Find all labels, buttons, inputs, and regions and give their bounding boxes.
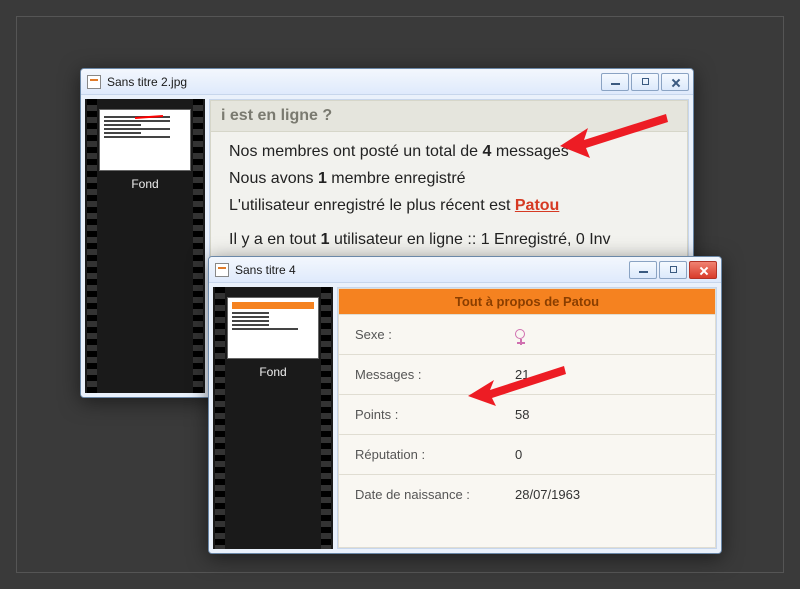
value-sexe — [515, 327, 525, 342]
thumbnail[interactable] — [99, 109, 191, 171]
stats-line-total-messages: Nos membres ont posté un total de 4 mess… — [229, 140, 669, 163]
close-button[interactable] — [661, 73, 689, 91]
window-title: Sans titre 2.jpg — [107, 75, 595, 89]
profile-row-reputation: Réputation : 0 — [339, 434, 715, 474]
profile-row-points: Points : 58 — [339, 394, 715, 434]
value-dob: 28/07/1963 — [515, 487, 580, 502]
minimize-button[interactable] — [601, 73, 629, 91]
label-dob: Date de naissance : — [355, 487, 515, 502]
female-icon — [515, 329, 525, 339]
profile-row-messages: Messages : 21 — [339, 354, 715, 394]
titlebar[interactable]: Sans titre 2.jpg — [81, 69, 693, 95]
forum-section-header: i est en ligne ? — [211, 101, 687, 132]
label-reputation: Réputation : — [355, 447, 515, 462]
window-controls — [601, 73, 689, 91]
maximize-button[interactable] — [659, 261, 687, 279]
minimize-button[interactable] — [629, 261, 657, 279]
stats-line-members: Nous avons 1 membre enregistré — [229, 167, 669, 190]
maximize-button[interactable] — [631, 73, 659, 91]
value-reputation: 0 — [515, 447, 522, 462]
label-messages: Messages : — [355, 367, 515, 382]
profile-row-dob: Date de naissance : 28/07/1963 — [339, 474, 715, 514]
window-title: Sans titre 4 — [235, 263, 623, 277]
filmstrip-sidebar: Fond — [213, 287, 333, 549]
thumbnail[interactable] — [227, 297, 319, 359]
stats-line-newest-user: L'utilisateur enregistré le plus récent … — [229, 194, 669, 217]
file-icon — [215, 263, 229, 277]
label-points: Points : — [355, 407, 515, 422]
user-link-patou[interactable]: Patou — [515, 197, 559, 214]
window-body: Fond Tout à propos de Patou Sexe : Messa… — [209, 283, 721, 553]
stats-line-online: Il y a en tout 1 utilisateur en ligne ::… — [229, 228, 669, 251]
titlebar[interactable]: Sans titre 4 — [209, 257, 721, 283]
window-sans-titre-4: Sans titre 4 Fond Tout à propos de Patou… — [208, 256, 722, 554]
value-points: 58 — [515, 407, 529, 422]
window-controls — [629, 261, 717, 279]
value-messages: 21 — [515, 367, 529, 382]
thumbnail-label: Fond — [227, 365, 319, 379]
filmstrip-sidebar: Fond — [85, 99, 205, 393]
profile-header: Tout à propos de Patou — [339, 289, 715, 314]
content-pane: Tout à propos de Patou Sexe : Messages :… — [337, 287, 717, 549]
label-sexe: Sexe : — [355, 327, 515, 342]
profile-row-sexe: Sexe : — [339, 314, 715, 354]
close-button[interactable] — [689, 261, 717, 279]
profile-panel: Tout à propos de Patou Sexe : Messages :… — [338, 288, 716, 548]
file-icon — [87, 75, 101, 89]
thumbnail-label: Fond — [99, 177, 191, 191]
